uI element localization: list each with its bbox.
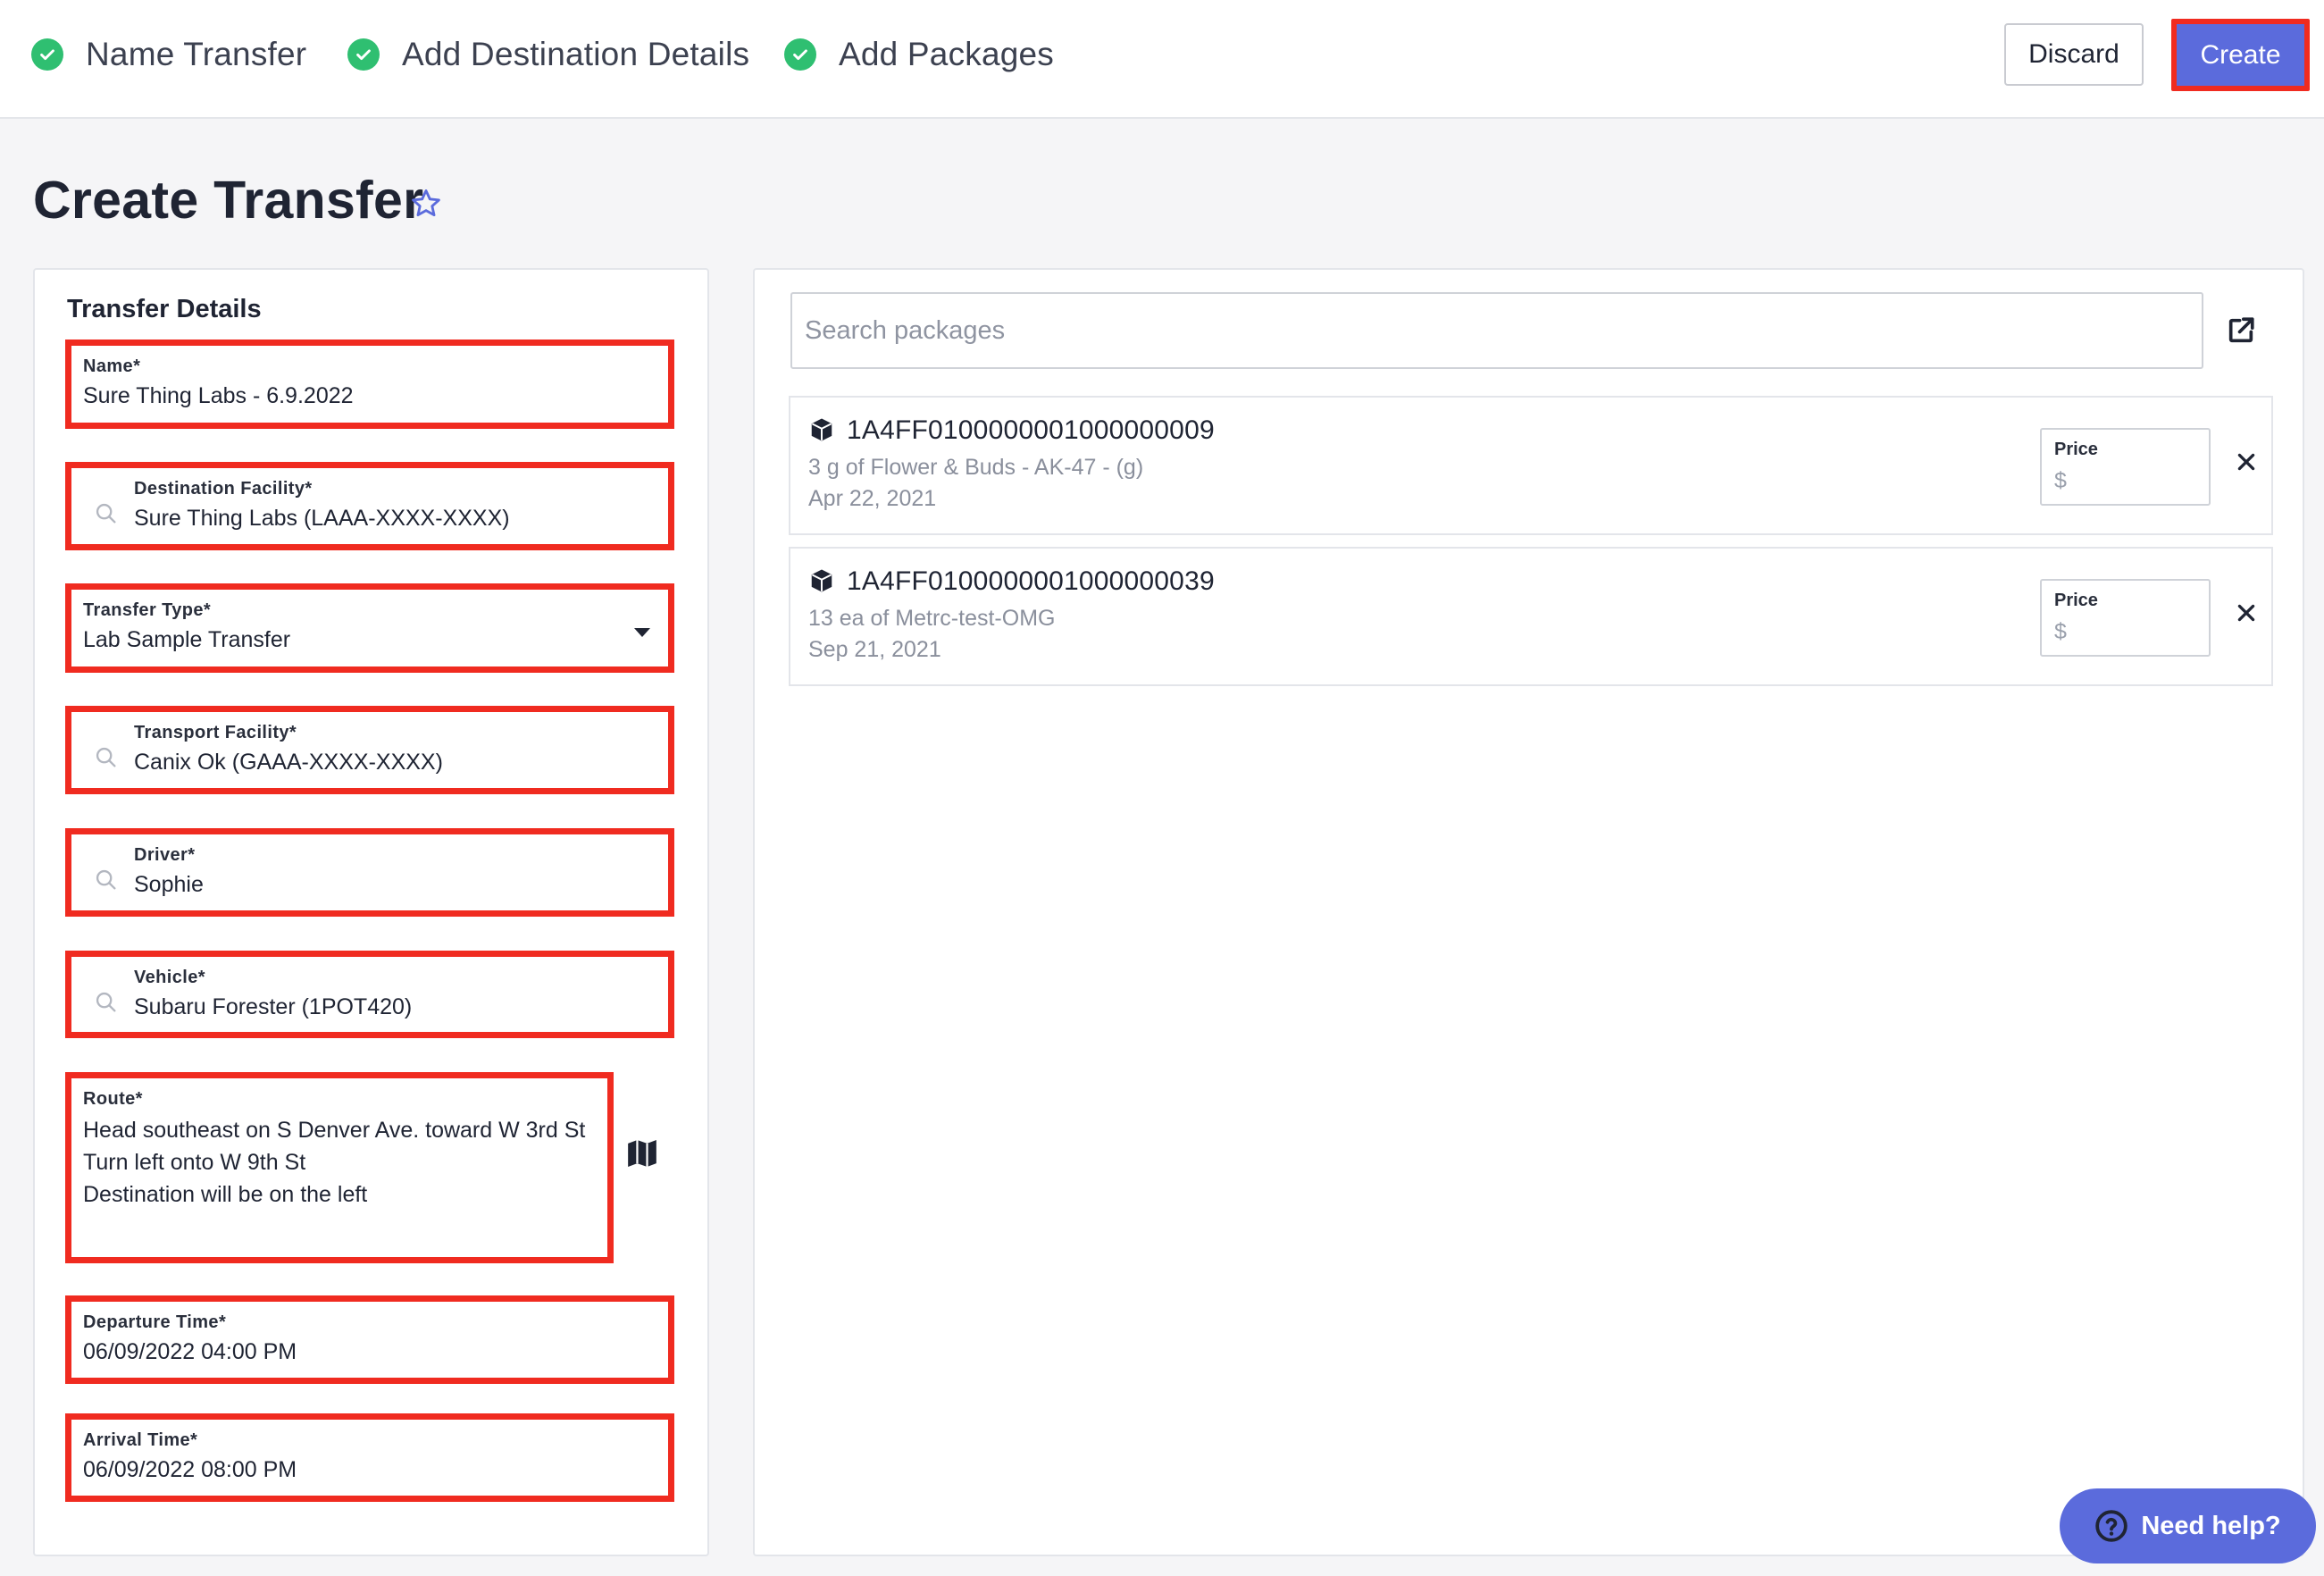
field-label: Transfer Type*: [83, 600, 212, 620]
search-packages-box[interactable]: [790, 292, 2203, 369]
price-label: Price: [2054, 440, 2098, 459]
price-input[interactable]: Price $: [2040, 579, 2211, 657]
route-text: Head southeast on S Denver Ave. toward W…: [83, 1114, 585, 1211]
route-line: Destination will be on the left: [83, 1182, 368, 1207]
field-label: Route*: [83, 1089, 143, 1109]
check-circle-icon: [784, 38, 816, 71]
search-icon: [96, 869, 116, 890]
search-icon: [96, 503, 116, 524]
field-label: Destination Facility*: [134, 479, 313, 499]
map-icon[interactable]: [625, 1136, 659, 1170]
transport-facility-field[interactable]: Transport Facility* Canix Ok (GAAA-XXXX-…: [65, 706, 674, 794]
star-icon[interactable]: [409, 187, 443, 221]
step-label: Add Destination Details: [402, 36, 750, 72]
help-label: Need help?: [2141, 1511, 2281, 1540]
departure-time-field[interactable]: Departure Time* 06/09/2022 04:00 PM: [65, 1295, 674, 1384]
package-date: Sep 21, 2021: [808, 637, 941, 662]
price-input[interactable]: Price $: [2040, 428, 2211, 506]
step-add-packages[interactable]: Add Packages: [784, 34, 1054, 75]
field-label: Departure Time*: [83, 1312, 227, 1332]
vehicle-field[interactable]: Vehicle* Subaru Forester (1POT420): [65, 951, 674, 1038]
field-value: Sure Thing Labs - 6.9.2022: [83, 383, 354, 408]
close-icon[interactable]: [2235, 601, 2258, 625]
step-label: Add Packages: [839, 36, 1055, 72]
help-circle-icon: [2095, 1510, 2128, 1542]
field-label: Arrival Time*: [83, 1430, 198, 1450]
chevron-down-icon: [634, 628, 650, 637]
arrival-time-field[interactable]: Arrival Time* 06/09/2022 08:00 PM: [65, 1413, 674, 1502]
transfer-details-panel: Transfer Details Name* Sure Thing Labs -…: [33, 268, 709, 1556]
name-field[interactable]: Name* Sure Thing Labs - 6.9.2022: [65, 340, 674, 429]
need-help-button[interactable]: Need help?: [2060, 1488, 2316, 1563]
package-tag: 1A4FF0100000001000000039: [847, 566, 1215, 596]
packages-panel: 1A4FF0100000001000000009 3 g of Flower &…: [753, 268, 2304, 1556]
field-value: Sophie: [134, 872, 204, 897]
driver-field[interactable]: Driver* Sophie: [65, 828, 674, 917]
package-description: 13 ea of Metrc-test-OMG: [808, 606, 1056, 631]
currency-symbol: $: [2054, 619, 2067, 644]
package-box-icon: [811, 418, 832, 441]
field-value: Sure Thing Labs (LAAA-XXXX-XXXX): [134, 506, 510, 531]
package-list-item[interactable]: 1A4FF0100000001000000009 3 g of Flower &…: [789, 396, 2273, 535]
close-icon[interactable]: [2235, 450, 2258, 474]
field-label: Name*: [83, 356, 141, 376]
currency-symbol: $: [2054, 468, 2067, 493]
package-box-icon: [811, 569, 832, 592]
destination-facility-field[interactable]: Destination Facility* Sure Thing Labs (L…: [65, 462, 674, 550]
field-value: 06/09/2022 08:00 PM: [83, 1457, 297, 1482]
field-value: Subaru Forester (1POT420): [134, 994, 413, 1019]
check-circle-icon: [347, 38, 380, 71]
step-name-transfer[interactable]: Name Transfer: [31, 34, 306, 75]
package-description: 3 g of Flower & Buds - AK-47 - (g): [808, 455, 1144, 480]
route-textarea[interactable]: Route* Head southeast on S Denver Ave. t…: [65, 1072, 614, 1263]
field-value: Canix Ok (GAAA-XXXX-XXXX): [134, 750, 443, 775]
top-bar: Name Transfer Add Destination Details Ad…: [0, 0, 2324, 119]
page-title: Create Transfer: [33, 171, 424, 230]
transfer-type-select[interactable]: Transfer Type* Lab Sample Transfer: [65, 583, 674, 673]
search-icon: [96, 747, 116, 767]
discard-button[interactable]: Discard: [2004, 23, 2144, 86]
package-date: Apr 22, 2021: [808, 486, 937, 511]
panel-title: Transfer Details: [67, 295, 262, 323]
external-link-icon[interactable]: [2226, 315, 2256, 346]
field-label: Vehicle*: [134, 968, 205, 987]
route-line: Head southeast on S Denver Ave. toward W…: [83, 1118, 586, 1143]
route-line: Turn left onto W 9th St: [83, 1150, 306, 1175]
price-label: Price: [2054, 591, 2098, 610]
create-button[interactable]: Create: [2171, 19, 2310, 91]
check-circle-icon: [31, 38, 63, 71]
package-list-item[interactable]: 1A4FF0100000001000000039 13 ea of Metrc-…: [789, 547, 2273, 686]
search-packages-input[interactable]: [805, 306, 2180, 355]
field-value: Lab Sample Transfer: [83, 627, 291, 652]
field-label: Transport Facility*: [134, 723, 297, 742]
step-add-destination-details[interactable]: Add Destination Details: [347, 34, 749, 75]
field-label: Driver*: [134, 845, 196, 865]
search-icon: [96, 992, 116, 1012]
field-value: 06/09/2022 04:00 PM: [83, 1339, 297, 1364]
step-label: Name Transfer: [86, 36, 307, 72]
package-tag: 1A4FF0100000001000000009: [847, 415, 1215, 445]
